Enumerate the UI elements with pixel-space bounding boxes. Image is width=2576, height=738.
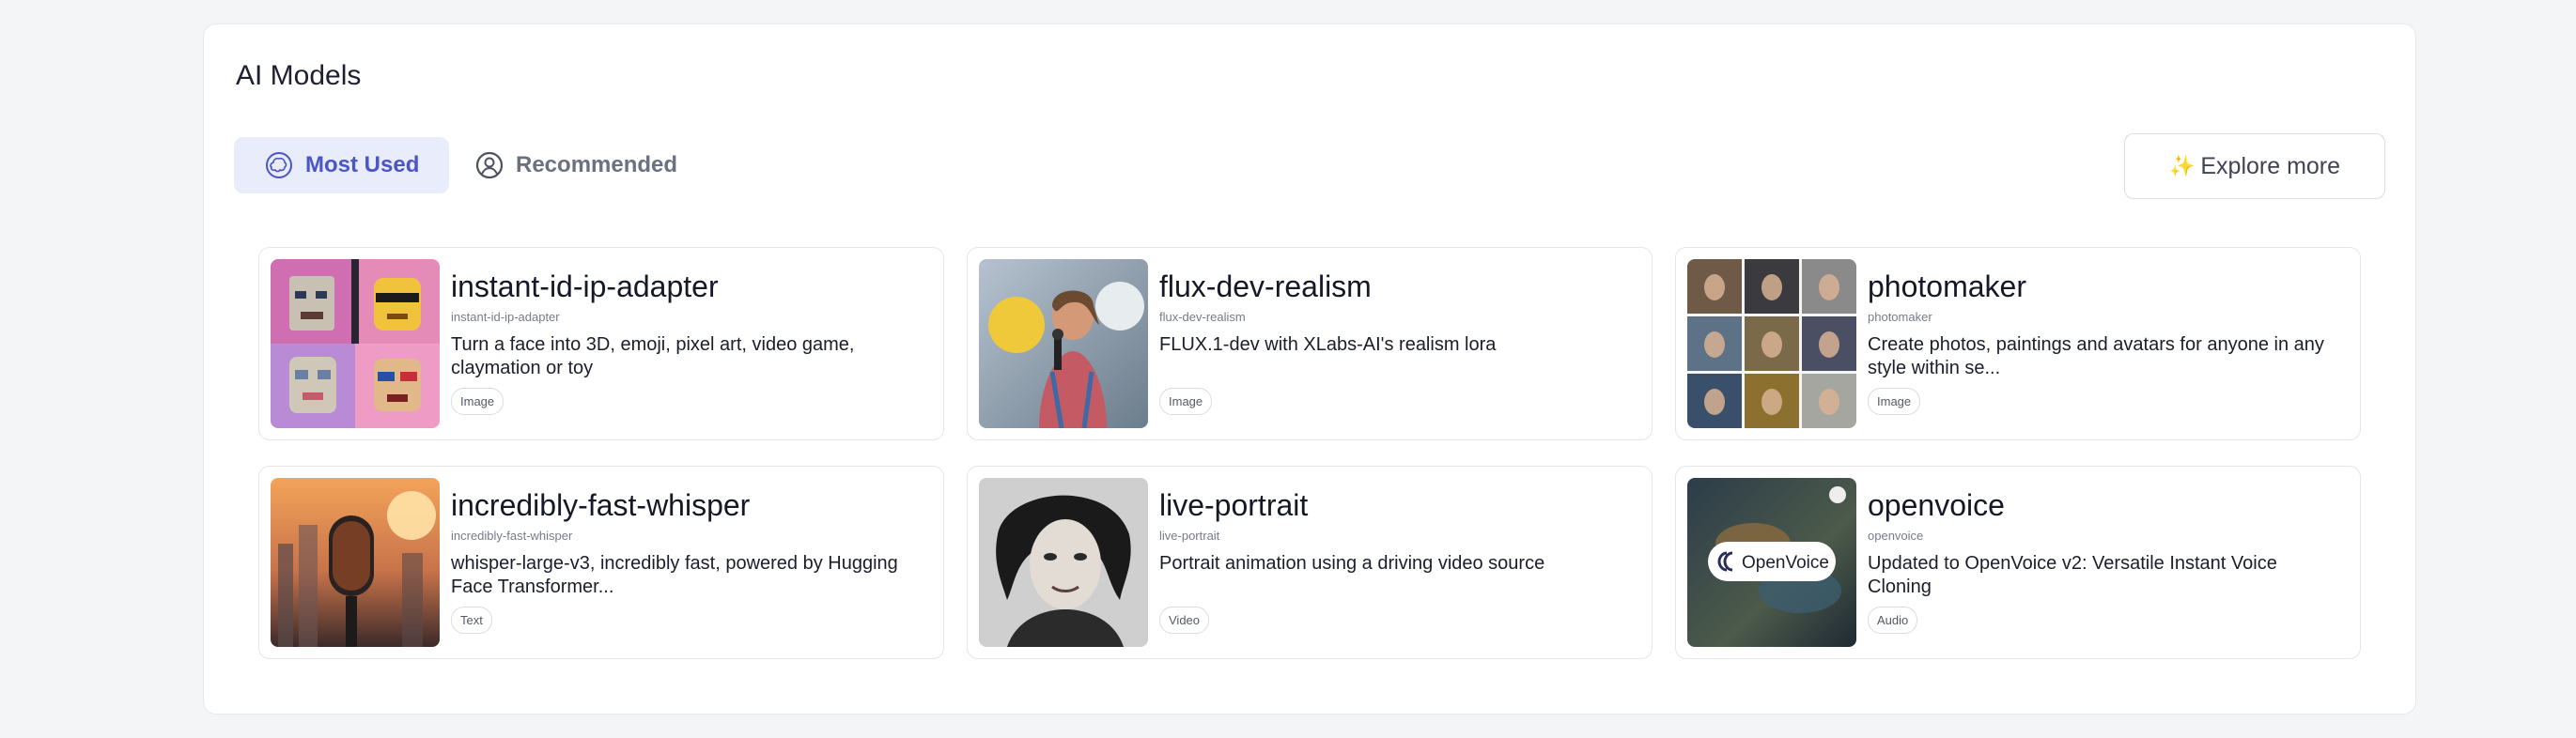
model-description: Updated to OpenVoice v2: Versatile Insta… [1868,553,2277,597]
model-tag: Image [1159,388,1213,415]
model-card-live-portrait[interactable]: live-portrait live-portrait Portrait ani… [967,466,1653,659]
model-name: flux-dev-realism [1159,269,1372,303]
model-card-photomaker[interactable]: photomaker photomaker Create photos, pai… [1675,247,2361,440]
model-slug: incredibly-fast-whisper [451,529,573,543]
model-name: photomaker [1868,269,2026,303]
model-slug: openvoice [1868,529,1924,543]
model-name: openvoice [1868,488,2005,522]
portrait-collage-thumbnail [1687,259,1856,428]
model-card-instant-id-ip-adapter[interactable]: instant-id-ip-adapter instant-id-ip-adap… [258,247,944,440]
microphone-thumbnail [271,478,440,647]
model-name: live-portrait [1159,488,1309,522]
bw-portrait-thumbnail [979,478,1148,647]
sparkle-icon: ✨ [2168,154,2196,177]
tab-recommended-label: Recommended [516,152,678,177]
model-name: instant-id-ip-adapter [451,269,719,303]
model-card-openvoice[interactable]: OpenVoice openvoice openvoice Updated to… [1675,466,2361,659]
model-tag: Video [1159,607,1210,634]
brain-icon [266,152,292,178]
model-card-incredibly-fast-whisper[interactable]: incredibly-fast-whisper incredibly-fast-… [258,466,944,659]
user-star-icon [475,151,504,179]
openvoice-logo-text: OpenVoice [1742,553,1829,573]
model-description: FLUX.1-dev with XLabs-AI's realism lora [1159,334,1497,355]
explore-more-button[interactable]: ✨ Explore more [2124,133,2385,199]
model-description: Turn a face into 3D, emoji, pixel art, v… [451,334,855,378]
section-title: AI Models [236,60,362,91]
explore-more-label: Explore more [2200,152,2341,179]
model-slug: live-portrait [1159,529,1220,543]
model-name: incredibly-fast-whisper [451,488,751,522]
model-slug: flux-dev-realism [1159,310,1246,324]
model-slug: photomaker [1868,310,1932,324]
model-tag: Audio [1868,607,1918,634]
model-card-flux-dev-realism[interactable]: flux-dev-realism flux-dev-realism FLUX.1… [967,247,1653,440]
model-description: Create photos, paintings and avatars for… [1868,334,2324,378]
speaker-photo-thumbnail [979,259,1148,428]
tab-recommended[interactable]: Recommended [456,137,707,193]
model-description: whisper-large-v3, incredibly fast, power… [451,553,898,597]
model-tag: Text [451,607,492,634]
ai-models-panel: AI Models Most Used Recommended ✨ Explor… [203,23,2416,715]
tab-most-used[interactable]: Most Used [234,137,450,193]
model-tag: Image [451,388,504,415]
tab-most-used-label: Most Used [305,152,420,177]
model-tag: Image [1868,388,1921,415]
model-slug: instant-id-ip-adapter [451,310,560,324]
model-description: Portrait animation using a driving video… [1159,553,1545,574]
openvoice-logo-thumbnail: OpenVoice [1687,478,1856,647]
pixel-faces-thumbnail [271,259,440,428]
